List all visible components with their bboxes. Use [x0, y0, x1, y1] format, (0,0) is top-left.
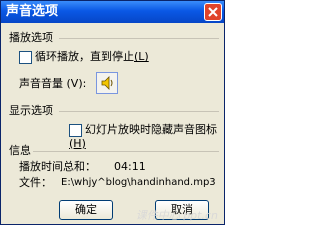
- close-icon: [208, 7, 218, 17]
- volume-hotkey: (V):: [66, 77, 87, 90]
- playback-divider: [59, 38, 219, 39]
- loop-label: 循环播放，直到停止: [35, 50, 134, 63]
- speaker-icon: [101, 76, 113, 90]
- hide-icon-checkbox[interactable]: [69, 123, 82, 137]
- hide-icon-checkbox-row[interactable]: 幻灯片放映时隐藏声音图标(H): [69, 123, 224, 150]
- volume-label: 声音音量 (V):: [19, 77, 86, 90]
- sound-options-dialog: 声音选项 播放选项 循环播放，直到停止(L) 声音音量 (V): 显示选项 幻灯…: [0, 0, 225, 225]
- hide-icon-hotkey: (H): [69, 136, 86, 150]
- loop-checkbox[interactable]: [19, 50, 32, 64]
- total-time-value: 04:11: [114, 160, 146, 173]
- loop-checkbox-row[interactable]: 循环播放，直到停止(L): [19, 50, 149, 64]
- title-bar[interactable]: 声音选项: [1, 1, 224, 23]
- ok-button[interactable]: 确定: [59, 200, 113, 220]
- info-header: 信息: [9, 144, 31, 157]
- dialog-title: 声音选项: [6, 4, 59, 19]
- volume-button[interactable]: [96, 72, 118, 94]
- dialog-content: 播放选项 循环播放，直到停止(L) 声音音量 (V): 显示选项 幻灯片放映时隐…: [1, 23, 224, 224]
- display-divider: [59, 111, 219, 112]
- total-time-label: 播放时间总和：: [19, 160, 96, 173]
- volume-label-text: 声音音量: [19, 77, 63, 90]
- file-label: 文件：: [19, 176, 52, 189]
- display-options-header: 显示选项: [9, 104, 53, 117]
- loop-hotkey: (L): [134, 50, 149, 63]
- watermark-text: 课件中心 ppt.cn: [135, 209, 218, 222]
- info-divider: [33, 151, 219, 152]
- playback-options-header: 播放选项: [9, 31, 53, 44]
- close-button[interactable]: [204, 3, 222, 21]
- file-path: E:\whjy^blog\handinhand.mp3: [61, 177, 216, 188]
- hide-icon-label: 幻灯片放映时隐藏声音图标: [85, 123, 217, 136]
